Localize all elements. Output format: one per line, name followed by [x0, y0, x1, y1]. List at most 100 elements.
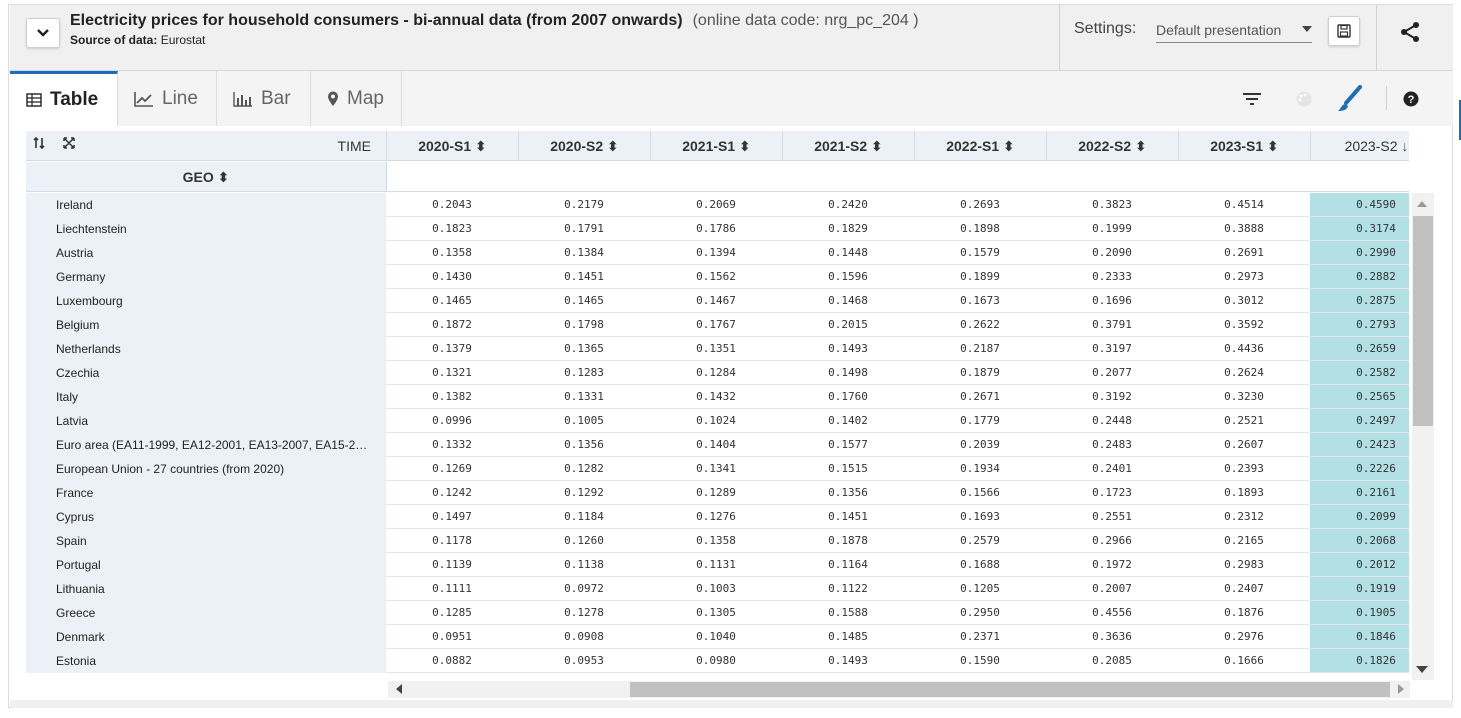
table-cell[interactable]: 0.1919: [1310, 577, 1409, 601]
scroll-right-arrow[interactable]: [1398, 684, 1404, 694]
table-cell[interactable]: 0.1451: [782, 505, 914, 529]
table-cell[interactable]: 0.1289: [650, 481, 782, 505]
table-cell[interactable]: 0.1003: [650, 577, 782, 601]
table-cell[interactable]: 0.3230: [1178, 385, 1310, 409]
table-cell[interactable]: 0.1468: [782, 289, 914, 313]
row-label[interactable]: Ireland: [26, 193, 386, 217]
row-label[interactable]: Czechia: [26, 361, 386, 385]
table-cell[interactable]: 0.2085: [1046, 649, 1178, 673]
column-header[interactable]: 2022-S1 ⬍: [914, 131, 1046, 161]
row-label[interactable]: Netherlands: [26, 337, 386, 361]
row-label[interactable]: Italy: [26, 385, 386, 409]
table-cell[interactable]: 0.1356: [518, 433, 650, 457]
table-cell[interactable]: 0.1394: [650, 241, 782, 265]
table-cell[interactable]: 0.1826: [1310, 649, 1409, 673]
table-cell[interactable]: 0.1696: [1046, 289, 1178, 313]
table-cell[interactable]: 0.1515: [782, 457, 914, 481]
table-cell[interactable]: 0.2371: [914, 625, 1046, 649]
row-label[interactable]: Luxembourg: [26, 289, 386, 313]
table-cell[interactable]: 0.1693: [914, 505, 1046, 529]
table-cell[interactable]: 0.2671: [914, 385, 1046, 409]
table-cell[interactable]: 0.2007: [1046, 577, 1178, 601]
table-cell[interactable]: 0.1005: [518, 409, 650, 433]
table-cell[interactable]: 0.1184: [518, 505, 650, 529]
table-cell[interactable]: 0.1596: [782, 265, 914, 289]
table-cell[interactable]: 0.1579: [914, 241, 1046, 265]
table-cell[interactable]: 0.2624: [1178, 361, 1310, 385]
table-cell[interactable]: 0.2882: [1310, 265, 1409, 289]
table-cell[interactable]: 0.3636: [1046, 625, 1178, 649]
table-cell[interactable]: 0.1139: [386, 553, 518, 577]
table-cell[interactable]: 0.1276: [650, 505, 782, 529]
table-cell[interactable]: 0.1465: [518, 289, 650, 313]
table-cell[interactable]: 0.2312: [1178, 505, 1310, 529]
scroll-up-arrow[interactable]: [1417, 201, 1427, 207]
table-cell[interactable]: 0.1893: [1178, 481, 1310, 505]
table-cell[interactable]: 0.1448: [782, 241, 914, 265]
row-label[interactable]: Spain: [26, 529, 386, 553]
save-button[interactable]: [1328, 16, 1360, 46]
tab-map[interactable]: Map: [311, 71, 402, 126]
table-cell[interactable]: 0.2226: [1310, 457, 1409, 481]
row-label[interactable]: Portugal: [26, 553, 386, 577]
table-cell[interactable]: 0.2043: [386, 193, 518, 217]
table-cell[interactable]: 0.4436: [1178, 337, 1310, 361]
table-cell[interactable]: 0.1876: [1178, 601, 1310, 625]
table-cell[interactable]: 0.2077: [1046, 361, 1178, 385]
table-cell[interactable]: 0.2187: [914, 337, 1046, 361]
table-cell[interactable]: 0.3197: [1046, 337, 1178, 361]
table-cell[interactable]: 0.0980: [650, 649, 782, 673]
table-cell[interactable]: 0.0882: [386, 649, 518, 673]
table-cell[interactable]: 0.1673: [914, 289, 1046, 313]
table-cell[interactable]: 0.2551: [1046, 505, 1178, 529]
column-header[interactable]: 2023-S1 ⬍: [1178, 131, 1310, 161]
table-cell[interactable]: 0.1332: [386, 433, 518, 457]
table-cell[interactable]: 0.2622: [914, 313, 1046, 337]
row-label[interactable]: Estonia: [26, 649, 386, 673]
table-cell[interactable]: 0.2966: [1046, 529, 1178, 553]
table-cell[interactable]: 0.2579: [914, 529, 1046, 553]
table-cell[interactable]: 0.1451: [518, 265, 650, 289]
row-label[interactable]: European Union - 27 countries (from 2020…: [26, 457, 386, 481]
table-cell[interactable]: 0.1432: [650, 385, 782, 409]
table-cell[interactable]: 0.0996: [386, 409, 518, 433]
row-label[interactable]: Latvia: [26, 409, 386, 433]
table-cell[interactable]: 0.1467: [650, 289, 782, 313]
table-cell[interactable]: 0.2401: [1046, 457, 1178, 481]
column-header[interactable]: 2020-S2 ⬍: [518, 131, 650, 161]
table-cell[interactable]: 0.1331: [518, 385, 650, 409]
table-cell[interactable]: 0.1934: [914, 457, 1046, 481]
table-cell[interactable]: 0.1688: [914, 553, 1046, 577]
table-cell[interactable]: 0.1588: [782, 601, 914, 625]
table-cell[interactable]: 0.2983: [1178, 553, 1310, 577]
table-cell[interactable]: 0.2875: [1310, 289, 1409, 313]
table-cell[interactable]: 0.1878: [782, 529, 914, 553]
table-cell[interactable]: 0.1358: [386, 241, 518, 265]
table-cell[interactable]: 0.1767: [650, 313, 782, 337]
table-cell[interactable]: 0.3174: [1310, 217, 1409, 241]
column-header[interactable]: 2021-S2 ⬍: [782, 131, 914, 161]
table-cell[interactable]: 0.1498: [782, 361, 914, 385]
table-cell[interactable]: 0.1829: [782, 217, 914, 241]
table-cell[interactable]: 0.1384: [518, 241, 650, 265]
horizontal-scroll-thumb[interactable]: [630, 682, 1390, 697]
scroll-down-arrow[interactable]: [1416, 666, 1428, 673]
table-cell[interactable]: 0.1823: [386, 217, 518, 241]
table-cell[interactable]: 0.1879: [914, 361, 1046, 385]
table-cell[interactable]: 0.2179: [518, 193, 650, 217]
column-header[interactable]: 2021-S1 ⬍: [650, 131, 782, 161]
table-cell[interactable]: 0.1111: [386, 577, 518, 601]
table-cell[interactable]: 0.1260: [518, 529, 650, 553]
table-cell[interactable]: 0.1131: [650, 553, 782, 577]
table-cell[interactable]: 0.2161: [1310, 481, 1409, 505]
table-cell[interactable]: 0.1305: [650, 601, 782, 625]
table-cell[interactable]: 0.1872: [386, 313, 518, 337]
table-cell[interactable]: 0.1760: [782, 385, 914, 409]
row-label[interactable]: Belgium: [26, 313, 386, 337]
geo-header[interactable]: GEO ⬍: [26, 162, 386, 192]
table-cell[interactable]: 0.2099: [1310, 505, 1409, 529]
table-cell[interactable]: 0.1341: [650, 457, 782, 481]
table-cell[interactable]: 0.1205: [914, 577, 1046, 601]
table-cell[interactable]: 0.2165: [1178, 529, 1310, 553]
help-button[interactable]: ?: [1403, 84, 1419, 114]
